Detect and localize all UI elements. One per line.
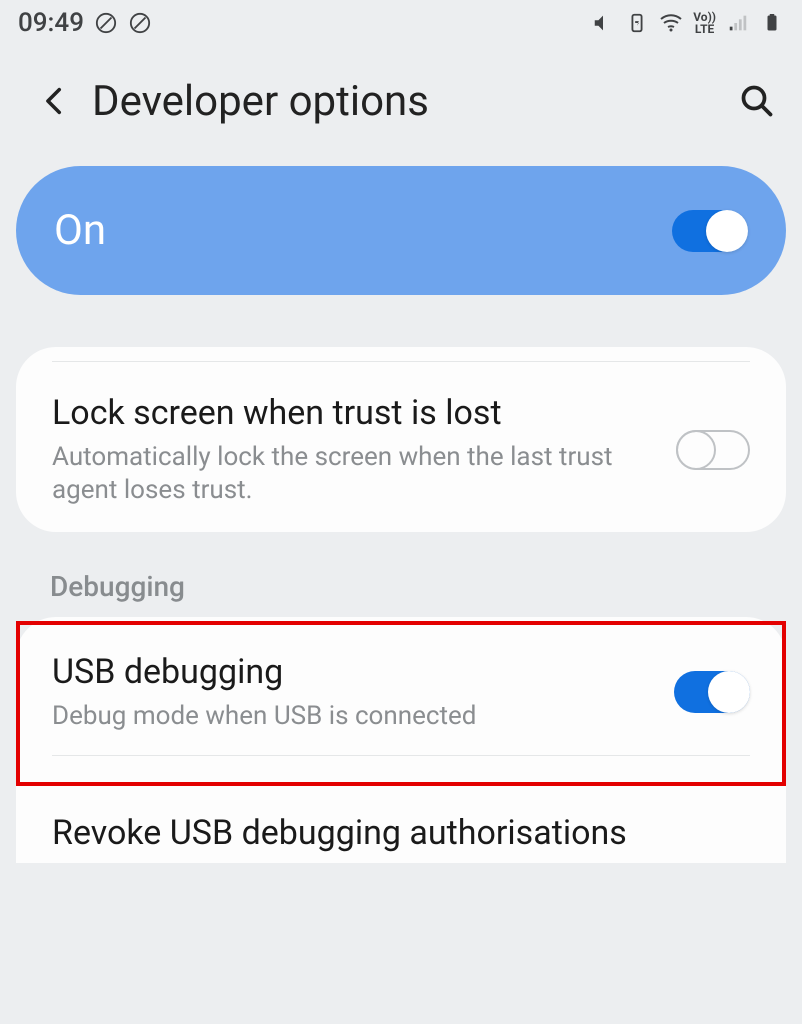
app-notification-icon — [94, 11, 118, 35]
settings-card-trust: Lock screen when trust is lost Automatic… — [16, 347, 786, 532]
setting-usb-debugging[interactable]: USB debugging Debug mode when USB is con… — [52, 651, 750, 733]
back-button[interactable] — [30, 76, 80, 126]
volte-icon: Vo))LTE — [693, 11, 716, 35]
usb-debugging-toggle[interactable] — [674, 671, 750, 713]
setting-title: USB debugging — [52, 651, 650, 694]
signal-icon — [726, 11, 750, 35]
toggle-knob — [676, 430, 716, 470]
master-toggle[interactable] — [672, 210, 748, 252]
battery-icon — [760, 11, 784, 35]
page-header: Developer options — [0, 46, 802, 166]
section-heading-debugging: Debugging — [50, 570, 802, 603]
master-toggle-label: On — [54, 206, 106, 255]
setting-revoke-usb-auth[interactable]: Revoke USB debugging authorisations — [16, 786, 786, 863]
page-title: Developer options — [92, 77, 732, 126]
clock: 09:49 — [18, 8, 84, 38]
setting-subtitle: Debug mode when USB is connected — [52, 700, 650, 734]
divider — [52, 361, 750, 362]
wifi-icon — [659, 11, 683, 35]
chevron-left-icon — [38, 84, 72, 118]
battery-saver-icon — [625, 11, 649, 35]
app-notification-icon — [128, 11, 152, 35]
lock-screen-toggle[interactable] — [676, 430, 750, 470]
status-bar: 09:49 Vo))LTE — [0, 0, 802, 46]
usb-debugging-row-highlight: USB debugging Debug mode when USB is con… — [16, 621, 786, 786]
divider — [52, 755, 750, 756]
settings-card-debugging: USB debugging Debug mode when USB is con… — [16, 617, 786, 863]
setting-title: Lock screen when trust is lost — [52, 392, 652, 435]
toggle-knob — [706, 210, 748, 252]
setting-lock-screen-trust[interactable]: Lock screen when trust is lost Automatic… — [16, 392, 786, 508]
mute-vibrate-icon — [591, 11, 615, 35]
master-toggle-row[interactable]: On — [16, 166, 786, 295]
setting-subtitle: Automatically lock the screen when the l… — [52, 441, 652, 509]
setting-title: Revoke USB debugging authorisations — [52, 812, 750, 855]
search-button[interactable] — [732, 76, 782, 126]
search-icon — [739, 83, 775, 119]
toggle-knob — [708, 671, 750, 713]
